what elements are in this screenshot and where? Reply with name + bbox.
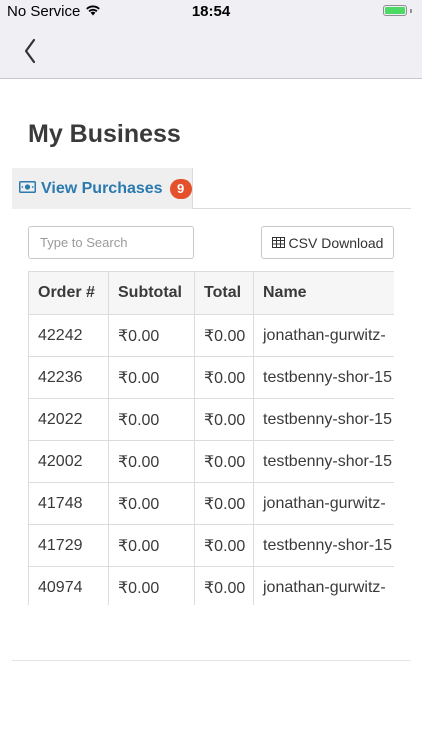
subtotal-cell: ₹0.00 — [108, 524, 195, 567]
csv-download-button[interactable]: CSV Download — [261, 226, 394, 259]
table-row[interactable]: 41729 ₹0.00 ₹0.00 testbenny-shor-15 — [28, 524, 394, 567]
column-header-total[interactable]: Total — [194, 271, 254, 315]
order-number-cell: 42002 — [28, 440, 109, 483]
table-row[interactable]: 42022 ₹0.00 ₹0.00 testbenny-shor-15 — [28, 398, 394, 441]
name-cell: testbenny-shor-15 — [253, 356, 394, 399]
name-cell: jonathan-gurwitz- — [253, 482, 394, 525]
navigation-bar — [0, 22, 422, 79]
purchases-count-badge: 9 — [169, 178, 192, 199]
footer-divider — [12, 660, 411, 661]
purchases-table: Order # Subtotal Total Name 42242 ₹0.00 … — [28, 271, 394, 605]
purchases-table-container[interactable]: Order # Subtotal Total Name 42242 ₹0.00 … — [28, 271, 394, 605]
tab-divider — [193, 208, 411, 209]
csv-download-label: CSV Download — [288, 234, 384, 251]
total-cell: ₹0.00 — [194, 482, 254, 525]
name-cell: jonathan-gurwitz- — [253, 566, 394, 605]
table-row[interactable]: 42236 ₹0.00 ₹0.00 testbenny-shor-15 — [28, 356, 394, 399]
total-cell: ₹0.00 — [194, 356, 254, 399]
column-header-name[interactable]: Name — [253, 271, 394, 315]
subtotal-cell: ₹0.00 — [108, 482, 195, 525]
table-icon — [271, 235, 285, 251]
battery-icon — [383, 5, 412, 16]
back-button[interactable] — [18, 36, 44, 66]
column-header-order[interactable]: Order # — [28, 271, 109, 315]
order-number-cell: 42022 — [28, 398, 109, 441]
table-row[interactable]: 42002 ₹0.00 ₹0.00 testbenny-shor-15 — [28, 440, 394, 483]
page-title: My Business — [28, 120, 181, 148]
total-cell: ₹0.00 — [194, 524, 254, 567]
table-row[interactable]: 42242 ₹0.00 ₹0.00 jonathan-gurwitz- — [28, 314, 394, 357]
subtotal-cell: ₹0.00 — [108, 314, 195, 357]
table-row[interactable]: 40974 ₹0.00 ₹0.00 jonathan-gurwitz- — [28, 566, 394, 605]
name-cell: jonathan-gurwitz- — [253, 314, 394, 357]
total-cell: ₹0.00 — [194, 440, 254, 483]
table-header-row: Order # Subtotal Total Name — [28, 271, 394, 315]
chevron-left-icon — [24, 38, 36, 64]
cash-icon — [19, 180, 36, 198]
total-cell: ₹0.00 — [194, 314, 254, 357]
name-cell: testbenny-shor-15 — [253, 440, 394, 483]
search-input[interactable] — [28, 226, 194, 259]
tab-label: View Purchases — [41, 179, 163, 197]
tab-view-purchases[interactable]: View Purchases 9 — [12, 168, 193, 209]
table-row[interactable]: 41748 ₹0.00 ₹0.00 jonathan-gurwitz- — [28, 482, 394, 525]
status-bar: No Service 18:54 — [0, 0, 422, 22]
order-number-cell: 42236 — [28, 356, 109, 399]
subtotal-cell: ₹0.00 — [108, 398, 195, 441]
order-number-cell: 41729 — [28, 524, 109, 567]
subtotal-cell: ₹0.00 — [108, 566, 195, 605]
order-number-cell: 41748 — [28, 482, 109, 525]
order-number-cell: 42242 — [28, 314, 109, 357]
name-cell: testbenny-shor-15 — [253, 524, 394, 567]
subtotal-cell: ₹0.00 — [108, 356, 195, 399]
order-number-cell: 40974 — [28, 566, 109, 605]
subtotal-cell: ₹0.00 — [108, 440, 195, 483]
name-cell: testbenny-shor-15 — [253, 398, 394, 441]
column-header-subtotal[interactable]: Subtotal — [108, 271, 195, 315]
total-cell: ₹0.00 — [194, 398, 254, 441]
clock: 18:54 — [191, 3, 231, 20]
total-cell: ₹0.00 — [194, 566, 254, 605]
